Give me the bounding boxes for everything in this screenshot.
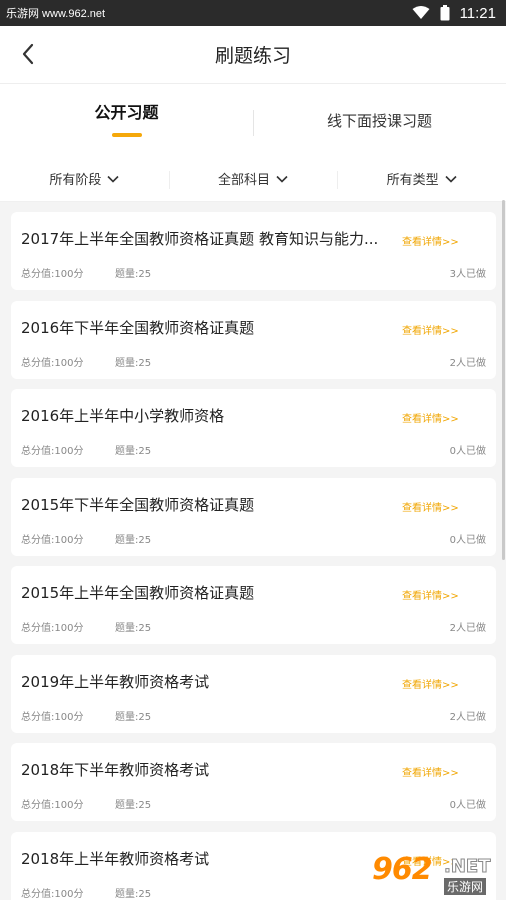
exercise-card[interactable]: 2019年上半年教师资格考试 查看详情>> 总分值:100分 题量:25 2人已… [11,654,496,733]
view-details-link[interactable]: 查看详情>> [402,410,459,425]
total-score: 总分值:100分 [21,357,84,369]
question-count: 题量:25 [115,888,152,900]
nav-bar: 刷题练习 [0,26,506,84]
wifi-icon [412,6,430,19]
active-tab-indicator [111,133,142,137]
exercise-card[interactable]: 2015年上半年全国教师资格证真题 查看详情>> 总分值:100分 题量:25 … [11,566,496,644]
filter-type-dropdown[interactable]: 所有类型 [337,169,506,189]
filter-label: 所有类型 [386,173,439,188]
chevron-down-icon [276,175,288,183]
exercise-title: 2016年上半年中小学教师资格 [21,407,225,425]
participants-count: 0人已做 [449,446,486,457]
total-score: 总分值:100分 [21,269,84,280]
watermark-text: 乐游网 www.962.net [6,8,106,20]
exercise-title: 2019年上半年教师资格考试 [21,672,210,691]
chevron-down-icon [107,175,119,183]
logo-net: .NET [443,856,491,878]
exercise-card[interactable]: 2016年上半年中小学教师资格 查看详情>> 总分值:100分 题量:25 0人… [11,389,496,467]
tab-offline-exercises[interactable]: 线下面授课习题 [253,84,506,156]
scrollbar[interactable] [502,200,505,560]
clock: 11:21 [459,4,496,22]
participants-count: 2人已做 [449,357,486,369]
status-icons: 11:21 [412,5,496,22]
exercise-card[interactable]: 2017年上半年全国教师资格证真题 教育知识与能力... 查看详情>> 总分值:… [11,212,496,290]
logo-number: 962 [372,852,433,887]
page-title: 刷题练习 [214,45,291,67]
view-details-link[interactable]: 查看详情>> [402,676,459,691]
question-count: 题量:25 [115,446,152,457]
total-score: 总分值:100分 [21,888,84,900]
total-score: 总分值:100分 [21,446,84,457]
filter-bar: 所有阶段 全部科目 所有类型 [0,156,506,202]
exercise-title: 2015年上半年全国教师资格证真题 [21,584,255,602]
view-details-link[interactable]: 查看详情>> [402,233,459,248]
back-button[interactable] [14,40,42,68]
tab-label: 线下面授课习题 [326,111,432,130]
total-score: 总分值:100分 [21,711,84,723]
exercise-title: 2018年下半年教师资格考试 [21,761,210,779]
view-details-link[interactable]: 查看详情>> [402,764,459,779]
filter-label: 所有阶段 [49,173,102,188]
view-details-link[interactable]: 查看详情>> [402,499,459,514]
status-bar: 乐游网 www.962.net 11:21 [0,0,506,26]
tab-public-exercises[interactable]: 公开习题 [0,84,253,156]
question-count: 题量:25 [115,623,152,634]
battery-icon [440,5,450,21]
question-count: 题量:25 [115,534,152,546]
logo-cn: 乐游网 [444,878,487,895]
participants-count: 0人已做 [449,800,486,811]
tab-divider [253,110,254,136]
exercise-card[interactable]: 2018年下半年教师资格考试 查看详情>> 总分值:100分 题量:25 0人已… [11,743,496,821]
filter-stage-dropdown[interactable]: 所有阶段 [0,169,169,188]
view-details-link[interactable]: 查看详情>> [402,322,459,337]
question-count: 题量:25 [115,269,152,280]
tab-label: 公开习题 [94,103,159,122]
watermark-logo: 962 .NET 乐游网 [372,852,500,896]
filter-subject-dropdown[interactable]: 全部科目 [168,169,338,189]
exercise-card[interactable]: 2016年下半年全国教师资格证真题 查看详情>> 总分值:100分 题量:25 … [11,300,496,379]
participants-count: 2人已做 [449,711,486,723]
question-count: 题量:25 [115,711,152,723]
participants-count: 0人已做 [449,534,486,546]
exercise-card[interactable]: 2015年下半年全国教师资格证真题 查看详情>> 总分值:100分 题量:25 … [11,477,496,556]
exercise-title: 2016年下半年全国教师资格证真题 [21,318,255,337]
view-details-link[interactable]: 查看详情>> [402,587,459,602]
question-count: 题量:25 [115,800,152,811]
participants-count: 2人已做 [449,623,486,634]
exercise-title: 2018年上半年教师资格考试 [21,849,210,868]
total-score: 总分值:100分 [21,623,84,634]
total-score: 总分值:100分 [21,534,84,546]
question-count: 题量:25 [115,357,152,369]
total-score: 总分值:100分 [21,800,84,811]
exercise-list: 2017年上半年全国教师资格证真题 教育知识与能力... 查看详情>> 总分值:… [11,212,496,900]
exercise-title: 2015年下半年全国教师资格证真题 [21,495,255,514]
filter-label: 全部科目 [218,173,271,188]
exercise-title: 2017年上半年全国教师资格证真题 教育知识与能力... [21,230,379,248]
participants-count: 3人已做 [449,269,486,280]
chevron-left-icon [22,43,34,65]
chevron-down-icon [445,175,457,183]
